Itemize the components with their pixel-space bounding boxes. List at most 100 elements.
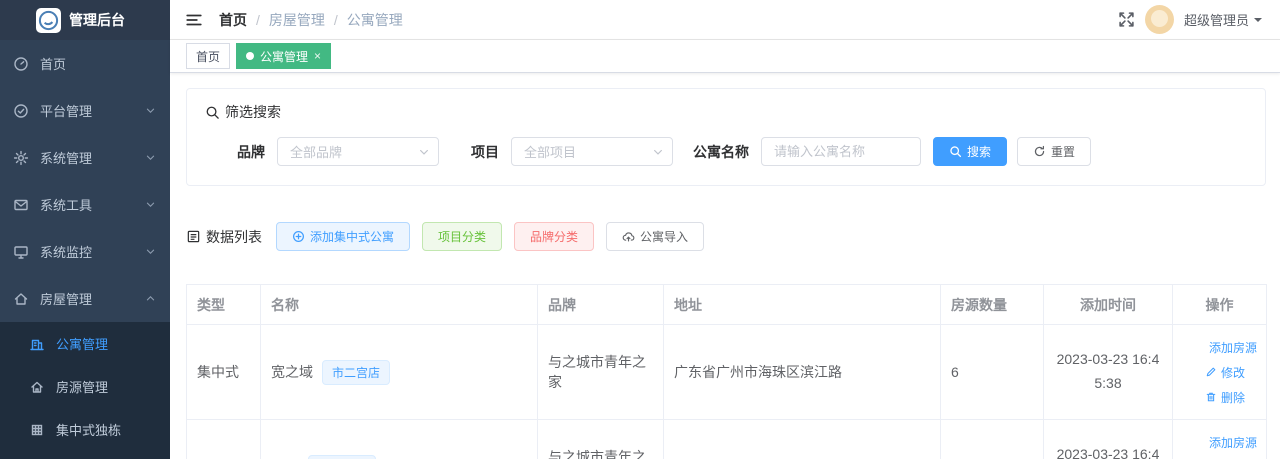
brand-category-button[interactable]: 品牌分类 xyxy=(514,222,595,251)
filter-card: 筛选搜索 品牌 全部品牌 项目 全部项目 公寓名称 请输入公寓名称 搜索 重置 xyxy=(186,88,1266,186)
upload-cloud-icon xyxy=(622,230,635,243)
sidebar-item-label: 系统工具 xyxy=(40,198,93,213)
project-category-button[interactable]: 项目分类 xyxy=(422,222,503,251)
chevron-up-icon xyxy=(145,293,156,304)
cell-time: 2023-03-23 16:45:38 xyxy=(1043,419,1173,459)
gear-icon xyxy=(13,150,29,166)
search-icon xyxy=(205,105,220,120)
sidebar-subitem-apartment[interactable]: 公寓管理 xyxy=(0,322,170,365)
sidebar-item-home[interactable]: 首页 xyxy=(0,40,170,87)
sidebar-item-tools[interactable]: 系统工具 xyxy=(0,181,170,228)
cell-type: 集中式 xyxy=(186,324,261,420)
edit-icon xyxy=(1205,366,1217,378)
cell-brand: 与之城市青年之家 xyxy=(537,324,664,420)
project-select-placeholder: 全部项目 xyxy=(524,145,577,160)
col-type: 类型 xyxy=(186,284,261,325)
fullscreen-icon[interactable] xyxy=(1118,11,1135,28)
reset-button-label: 重置 xyxy=(1051,145,1076,159)
sidebar-subitem-label: 公寓管理 xyxy=(56,337,109,352)
col-name: 名称 xyxy=(260,284,538,325)
edit-link[interactable]: 修改 xyxy=(1205,364,1256,381)
list-icon xyxy=(186,229,201,244)
list-header: 数据列表 添加集中式公寓 项目分类 品牌分类 公寓导入 xyxy=(186,222,1266,251)
navbar-right: 超级管理员 xyxy=(1118,5,1262,34)
hamburger-icon[interactable] xyxy=(185,11,203,29)
filter-title-label: 筛选搜索 xyxy=(225,104,281,120)
breadcrumb-apartment: 公寓管理 xyxy=(346,11,403,28)
add-centralized-apartment-button[interactable]: 添加集中式公寓 xyxy=(276,222,411,251)
close-icon[interactable] xyxy=(314,50,321,62)
apartment-name-input[interactable] xyxy=(761,137,921,166)
store-tag: 市二宫店 xyxy=(308,454,377,459)
add-room-link[interactable]: 添加房源 xyxy=(1205,434,1257,451)
sidebar-item-platform[interactable]: 平台管理 xyxy=(0,87,170,134)
delete-link[interactable]: 删除 xyxy=(1205,389,1256,406)
col-time: 添加时间 xyxy=(1043,284,1173,325)
reset-button[interactable]: 重置 xyxy=(1017,137,1092,166)
sidebar-item-label: 首页 xyxy=(40,57,67,72)
store-tag: 市二宫店 xyxy=(322,359,391,385)
breadcrumb-housing[interactable]: 房屋管理 xyxy=(269,10,347,30)
tab-label: 首页 xyxy=(196,49,221,64)
col-address: 地址 xyxy=(663,284,941,325)
chevron-down-icon xyxy=(145,199,156,210)
tag-view-bar: 首页 公寓管理 xyxy=(170,40,1280,73)
sidebar-item-label: 房屋管理 xyxy=(40,292,93,307)
top-navbar: 首页 房屋管理 公寓管理 超级管理员 xyxy=(170,0,1280,40)
chevron-down-icon xyxy=(145,152,156,163)
user-menu[interactable]: 超级管理员 xyxy=(1184,10,1262,29)
brand-select[interactable]: 全部品牌 xyxy=(277,137,439,166)
chevron-down-icon xyxy=(145,246,156,257)
apartment-import-button[interactable]: 公寓导入 xyxy=(606,222,705,251)
logo-area[interactable]: 管理后台 xyxy=(0,0,170,40)
tab-home[interactable]: 首页 xyxy=(186,43,231,69)
cell-name: 寓素 市二宫店 xyxy=(260,419,538,459)
table-row: 分散式 寓素 市二宫店 与之城市青年之家 广东省广州市海珠区滨江中路 8 202… xyxy=(186,419,1267,459)
breadcrumb-home[interactable]: 首页 xyxy=(219,10,269,30)
tab-apartment[interactable]: 公寓管理 xyxy=(236,43,332,69)
project-select[interactable]: 全部项目 xyxy=(511,137,673,166)
filter-title: 筛选搜索 xyxy=(205,102,1247,122)
button-label: 添加集中式公寓 xyxy=(310,230,395,244)
list-title: 数据列表 xyxy=(186,227,262,247)
col-count: 房源数量 xyxy=(940,284,1044,325)
cell-actions: 添加房源 修改 删除 xyxy=(1172,419,1267,459)
home-icon xyxy=(29,379,45,395)
search-button-label: 搜索 xyxy=(967,145,992,159)
user-avatar[interactable] xyxy=(1144,5,1174,34)
button-label: 品牌分类 xyxy=(530,230,579,244)
trash-icon xyxy=(1205,391,1217,403)
sidebar-subitem-label: 房源管理 xyxy=(56,380,109,395)
app-logo-icon xyxy=(36,7,61,33)
cell-name: 宽之域 市二宫店 xyxy=(260,324,538,420)
platform-icon xyxy=(13,103,29,119)
app-layout: 管理后台 首页 平台管理 系统管理 系统工具 系统监控 房屋管理 公寓管理 房源… xyxy=(0,0,1280,459)
sidebar-item-label: 系统监控 xyxy=(40,245,93,260)
chevron-down-icon xyxy=(145,105,156,116)
apartment-name: 宽之域 xyxy=(271,364,313,380)
sidebar-subitem-rooms[interactable]: 房源管理 xyxy=(0,365,170,408)
username-label: 超级管理员 xyxy=(1183,13,1249,28)
mail-icon xyxy=(13,197,29,213)
search-button[interactable]: 搜索 xyxy=(933,137,1008,166)
cell-type: 分散式 xyxy=(186,419,261,459)
cell-brand: 与之城市青年之家 xyxy=(537,419,664,459)
apartment-name-label: 公寓名称 xyxy=(693,143,749,160)
sidebar-subitem-label: 集中式独栋 xyxy=(56,423,122,438)
cell-actions: 添加房源 修改 删除 xyxy=(1172,324,1267,420)
main-area: 首页 房屋管理 公寓管理 超级管理员 首页 公寓管理 xyxy=(170,0,1280,459)
brand-select-placeholder: 全部品牌 xyxy=(290,145,343,160)
col-brand: 品牌 xyxy=(537,284,664,325)
add-room-link[interactable]: 添加房源 xyxy=(1205,339,1257,356)
button-label: 公寓导入 xyxy=(640,230,689,244)
app-title: 管理后台 xyxy=(69,12,125,28)
sidebar-submenu: 公寓管理 房源管理 集中式独栋 xyxy=(0,322,170,459)
monitor-icon xyxy=(13,244,29,260)
sidebar-item-housing[interactable]: 房屋管理 xyxy=(0,275,170,322)
refresh-icon xyxy=(1033,145,1046,158)
sidebar-subitem-centralized[interactable]: 集中式独栋 xyxy=(0,408,170,451)
grid-building-icon xyxy=(29,422,45,438)
sidebar-item-monitor[interactable]: 系统监控 xyxy=(0,228,170,275)
breadcrumb: 首页 房屋管理 公寓管理 xyxy=(219,10,403,30)
sidebar-item-system[interactable]: 系统管理 xyxy=(0,134,170,181)
